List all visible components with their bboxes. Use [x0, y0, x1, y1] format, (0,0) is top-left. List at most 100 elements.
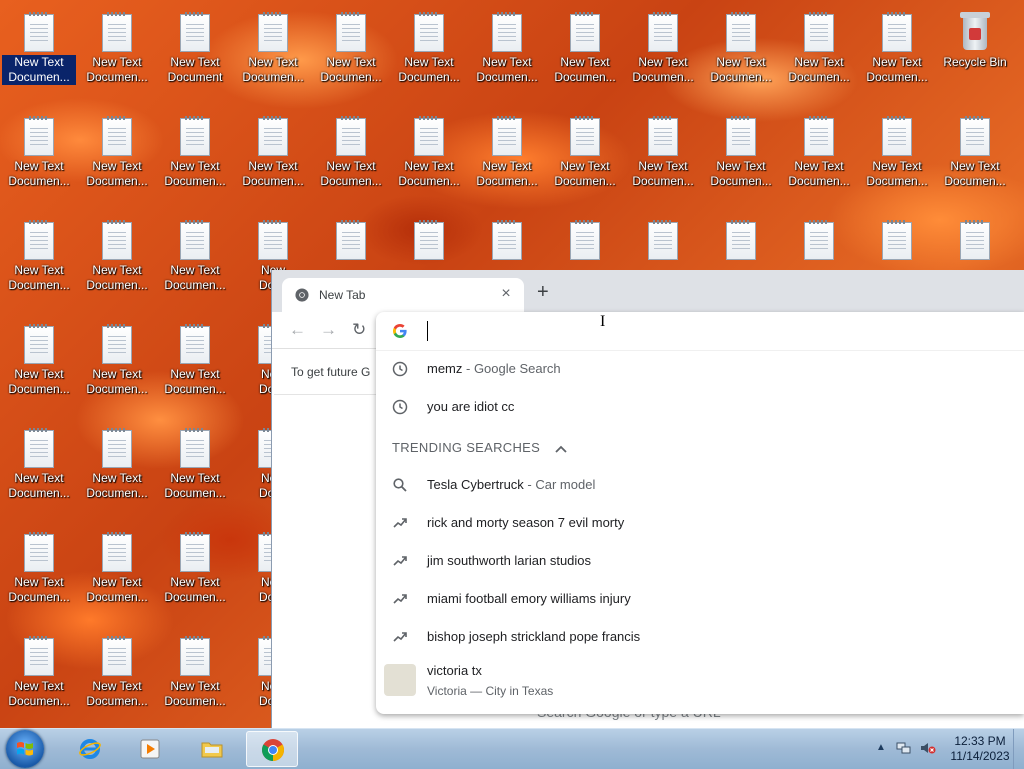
network-icon[interactable]	[896, 741, 912, 755]
omnibox-input[interactable]	[424, 318, 988, 344]
desktop-icon-text-document[interactable]: New Text Documen...	[782, 4, 856, 100]
text-document-icon	[180, 220, 210, 260]
reload-button[interactable]: ↻	[352, 321, 366, 339]
desktop-icon-text-document[interactable]: New Text Documen...	[860, 4, 934, 100]
desktop-icon-text-document[interactable]: New Text Documen...	[704, 108, 778, 204]
desktop-icon-text-document[interactable]: New Text Documen...	[392, 4, 466, 100]
history-suggestion[interactable]: memz - Google Search	[376, 350, 1024, 388]
system-clock[interactable]: 12:33 PM 11/14/2023	[948, 734, 1012, 764]
text-document-icon	[492, 12, 522, 52]
desktop-icon-text-document[interactable]: New Text Documen...	[2, 420, 76, 516]
desktop-icon-text-document[interactable]: New Text Documen...	[158, 524, 232, 620]
taskbar-file-explorer[interactable]	[186, 731, 238, 767]
tab-new-tab[interactable]: New Tab ×	[282, 278, 524, 312]
trending-suggestion[interactable]: Tesla Cybertruck - Car model	[376, 466, 1024, 504]
desktop-icon-label: New Text Documen...	[242, 55, 304, 84]
text-document-icon	[24, 532, 54, 572]
desktop-icon-text-document[interactable]: New Text Documen...	[860, 108, 934, 204]
desktop-icon-label: New Text Documen...	[8, 679, 70, 708]
desktop-icon-text-document[interactable]: New Text Documen...	[2, 524, 76, 620]
history-clock-icon	[392, 361, 408, 377]
desktop-icon-text-document[interactable]: New Text Documen...	[470, 108, 544, 204]
desktop-icon-text-document[interactable]: New Text Documen...	[158, 420, 232, 516]
text-document-icon	[336, 220, 366, 260]
desktop-icon-text-document[interactable]: New Text Document	[158, 4, 232, 100]
desktop-icon-text-document[interactable]: New Text Documen...	[80, 316, 154, 412]
desktop-icon-label: New Text Documen...	[8, 367, 70, 396]
chevron-up-icon[interactable]	[554, 444, 568, 454]
desktop-icon-recycle-bin[interactable]: Recycle Bin	[938, 4, 1012, 100]
text-document-icon	[24, 12, 54, 52]
text-document-icon	[258, 12, 288, 52]
text-document-icon	[102, 12, 132, 52]
trending-suggestion[interactable]: miami football emory williams injury	[376, 580, 1024, 618]
trending-suggestion[interactable]: bishop joseph strickland pope francis	[376, 618, 1024, 656]
trending-searches-header[interactable]: TRENDING SEARCHES	[392, 440, 568, 455]
text-document-icon	[882, 220, 912, 260]
desktop-icon-text-document[interactable]: New Text Documen...	[80, 524, 154, 620]
desktop-icon-text-document[interactable]: New Text Documen...	[80, 628, 154, 724]
desktop-icon-text-document[interactable]: New Text Documen...	[80, 212, 154, 308]
taskbar-media-player[interactable]	[124, 731, 176, 767]
back-button[interactable]: ←	[289, 321, 306, 339]
desktop-icon-text-document[interactable]: New Text Documen...	[158, 108, 232, 204]
desktop-icon-text-document[interactable]: New Text Documen...	[2, 212, 76, 308]
desktop-icon-text-document[interactable]: New Text Documen...	[158, 316, 232, 412]
text-document-icon	[726, 116, 756, 156]
desktop-icon-label: New Text Documen...	[398, 159, 460, 188]
desktop-icon-text-document[interactable]: New Text Documen...	[626, 108, 700, 204]
trending-suggestion[interactable]: jim southworth larian studios	[376, 542, 1024, 580]
text-document-icon	[648, 12, 678, 52]
show-hidden-icons-button[interactable]: ▲	[876, 742, 886, 753]
desktop-icon-text-document[interactable]: New Text Documen...	[80, 420, 154, 516]
show-desktop-button[interactable]	[1013, 729, 1024, 769]
desktop-icon-text-document[interactable]: New Text Documen...	[236, 108, 310, 204]
desktop-icon-text-document[interactable]: New Text Documen...	[470, 4, 544, 100]
text-document-icon	[24, 428, 54, 468]
desktop-icon-text-document[interactable]: New Text Documen...	[80, 108, 154, 204]
text-document-icon	[180, 116, 210, 156]
text-document-icon	[804, 116, 834, 156]
start-button[interactable]	[6, 730, 44, 768]
desktop-icon-label: New Text Document	[167, 55, 223, 84]
tab-close-button[interactable]: ×	[498, 285, 514, 303]
tab-title: New Tab	[319, 288, 366, 302]
desktop-icon-text-document[interactable]: New Text Documen...	[548, 4, 622, 100]
text-document-icon	[102, 220, 132, 260]
desktop-icon-text-document[interactable]: New Text Documen...	[626, 4, 700, 100]
desktop-icon-text-document[interactable]: New Text Documen...	[2, 4, 76, 100]
omnibox-input-row[interactable]	[376, 312, 1024, 351]
text-document-icon	[648, 116, 678, 156]
desktop-icon-text-document[interactable]: New Text Documen...	[158, 628, 232, 724]
desktop-icon-text-document[interactable]: New Text Documen...	[704, 4, 778, 100]
desktop-icon-text-document[interactable]: New Text Documen...	[782, 108, 856, 204]
desktop-icon-text-document[interactable]: New Text Documen...	[314, 4, 388, 100]
entity-suggestion[interactable]: victoria tx Victoria — City in Texas	[376, 656, 1024, 704]
text-document-icon	[180, 636, 210, 676]
desktop-icon-text-document[interactable]: New Text Documen...	[938, 108, 1012, 204]
desktop-icon-text-document[interactable]: New Text Documen...	[314, 108, 388, 204]
desktop-icon-text-document[interactable]: New Text Documen...	[392, 108, 466, 204]
forward-button[interactable]: →	[320, 321, 337, 339]
history-suggestion[interactable]: you are idiot cc	[376, 388, 1024, 426]
taskbar-internet-explorer[interactable]	[64, 731, 116, 767]
desktop-icon-label: New Text Documen...	[8, 159, 70, 188]
text-document-icon	[102, 116, 132, 156]
desktop-icon-text-document[interactable]: New Text Documen...	[80, 4, 154, 100]
desktop-icon-text-document[interactable]: New Text Documen...	[2, 316, 76, 412]
desktop-icon-text-document[interactable]: New Text Documen...	[2, 108, 76, 204]
suggestion-text: rick and morty season 7 evil morty	[427, 515, 625, 530]
text-document-icon	[102, 636, 132, 676]
desktop-icon-label: New Text Documen...	[944, 159, 1006, 188]
trending-suggestion[interactable]: rick and morty season 7 evil morty	[376, 504, 1024, 542]
desktop-icon-text-document[interactable]: New Text Documen...	[548, 108, 622, 204]
desktop-icon-text-document[interactable]: New Text Documen...	[2, 628, 76, 724]
taskbar-chrome[interactable]	[246, 731, 298, 767]
volume-muted-icon[interactable]	[920, 741, 936, 755]
new-tab-button[interactable]: +	[537, 282, 549, 302]
search-icon	[393, 478, 407, 492]
tab-strip: New Tab × +	[272, 270, 1024, 312]
desktop-icon-label: New Text Documen...	[164, 263, 226, 292]
desktop-icon-text-document[interactable]: New Text Documen...	[158, 212, 232, 308]
desktop-icon-text-document[interactable]: New Text Documen...	[236, 4, 310, 100]
